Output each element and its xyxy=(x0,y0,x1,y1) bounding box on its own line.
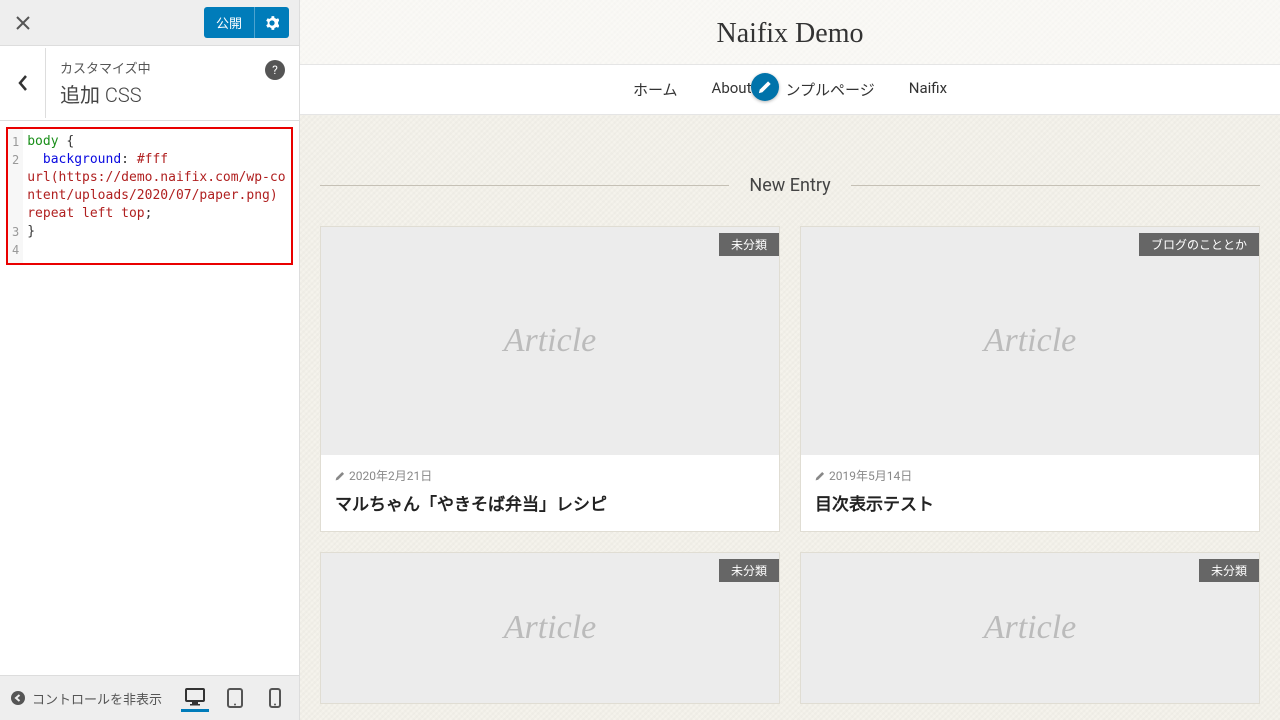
pencil-icon xyxy=(758,80,772,94)
collapse-label: コントロールを非表示 xyxy=(32,689,162,708)
nav-item-about[interactable]: About xyxy=(712,79,752,100)
entry-card[interactable]: 未分類 Article 2020年2月21日 マルちゃん「やきそば弁当」レシピ xyxy=(320,226,780,532)
breadcrumb: カスタマイズ中 追加 CSS ? xyxy=(0,46,299,121)
entry-card[interactable]: ブログのこととか Article 2019年5月14日 目次表示テスト xyxy=(800,226,1260,532)
chevron-left-icon xyxy=(17,74,29,92)
tablet-icon xyxy=(227,688,243,708)
breadcrumb-title: 追加 CSS xyxy=(60,79,285,108)
entry-card[interactable]: 未分類 Article xyxy=(320,552,780,704)
collapse-icon xyxy=(10,690,26,706)
collapse-controls-button[interactable]: コントロールを非表示 xyxy=(10,689,162,708)
breadcrumb-label: カスタマイズ中 xyxy=(60,58,285,77)
nav-item-sample[interactable]: ンプルページ xyxy=(785,79,874,100)
back-button[interactable] xyxy=(0,48,46,118)
section-header: New Entry xyxy=(320,175,1260,196)
preview-pane[interactable]: Naifix Demo ホーム About ンプルページ Naifix New … xyxy=(300,0,1280,720)
category-badge: 未分類 xyxy=(719,233,779,256)
category-badge: 未分類 xyxy=(719,559,779,582)
entry-title: 目次表示テスト xyxy=(815,490,1245,515)
close-icon xyxy=(15,15,31,31)
css-editor-wrap: 1234 body { background: #fff url(https:/… xyxy=(0,121,299,675)
entry-card[interactable]: 未分類 Article xyxy=(800,552,1260,704)
device-mobile-button[interactable] xyxy=(261,684,289,712)
nav-item-label: ンプルページ xyxy=(785,81,874,99)
help-button[interactable]: ? xyxy=(265,60,285,80)
mobile-icon xyxy=(269,688,281,708)
entry-date: 2020年2月21日 xyxy=(335,467,765,484)
category-badge: ブログのこととか xyxy=(1139,233,1259,256)
line-gutter: 1234 xyxy=(8,129,23,263)
device-desktop-button[interactable] xyxy=(181,684,209,712)
section-title: New Entry xyxy=(729,175,850,196)
desktop-icon xyxy=(185,688,205,706)
customizer-top-bar: 公開 xyxy=(0,0,299,46)
pencil-icon xyxy=(335,471,345,481)
entry-thumbnail: Article xyxy=(321,553,779,703)
entry-title: マルちゃん「やきそば弁当」レシピ xyxy=(335,490,765,515)
category-badge: 未分類 xyxy=(1199,559,1259,582)
css-code-area[interactable]: body { background: #fff url(https://demo… xyxy=(23,129,291,263)
site-nav: ホーム About ンプルページ Naifix xyxy=(300,64,1280,115)
entry-grid: 未分類 Article 2020年2月21日 マルちゃん「やきそば弁当」レシピ … xyxy=(300,226,1280,704)
customizer-bottom-bar: コントロールを非表示 xyxy=(0,675,299,720)
entry-thumbnail: Article xyxy=(801,553,1259,703)
pencil-icon xyxy=(815,471,825,481)
close-button[interactable] xyxy=(0,0,46,46)
gear-icon xyxy=(265,16,279,30)
entry-thumbnail: Article xyxy=(801,227,1259,455)
preview-site: Naifix Demo ホーム About ンプルページ Naifix New … xyxy=(300,0,1280,720)
site-title[interactable]: Naifix Demo xyxy=(300,18,1280,50)
publish-settings-button[interactable] xyxy=(254,7,289,38)
publish-button[interactable]: 公開 xyxy=(204,7,254,38)
nav-item-home[interactable]: ホーム xyxy=(633,79,678,100)
css-editor[interactable]: 1234 body { background: #fff url(https:/… xyxy=(6,127,293,265)
device-tablet-button[interactable] xyxy=(221,684,249,712)
entry-thumbnail: Article xyxy=(321,227,779,455)
customizer-panel: 公開 カスタマイズ中 追加 CSS ? 1234 body { backgrou… xyxy=(0,0,300,720)
site-header: Naifix Demo xyxy=(300,0,1280,64)
edit-shortcut-button[interactable] xyxy=(751,73,779,101)
publish-group: 公開 xyxy=(204,7,289,38)
entry-date: 2019年5月14日 xyxy=(815,467,1245,484)
nav-item-naifix[interactable]: Naifix xyxy=(909,79,947,100)
